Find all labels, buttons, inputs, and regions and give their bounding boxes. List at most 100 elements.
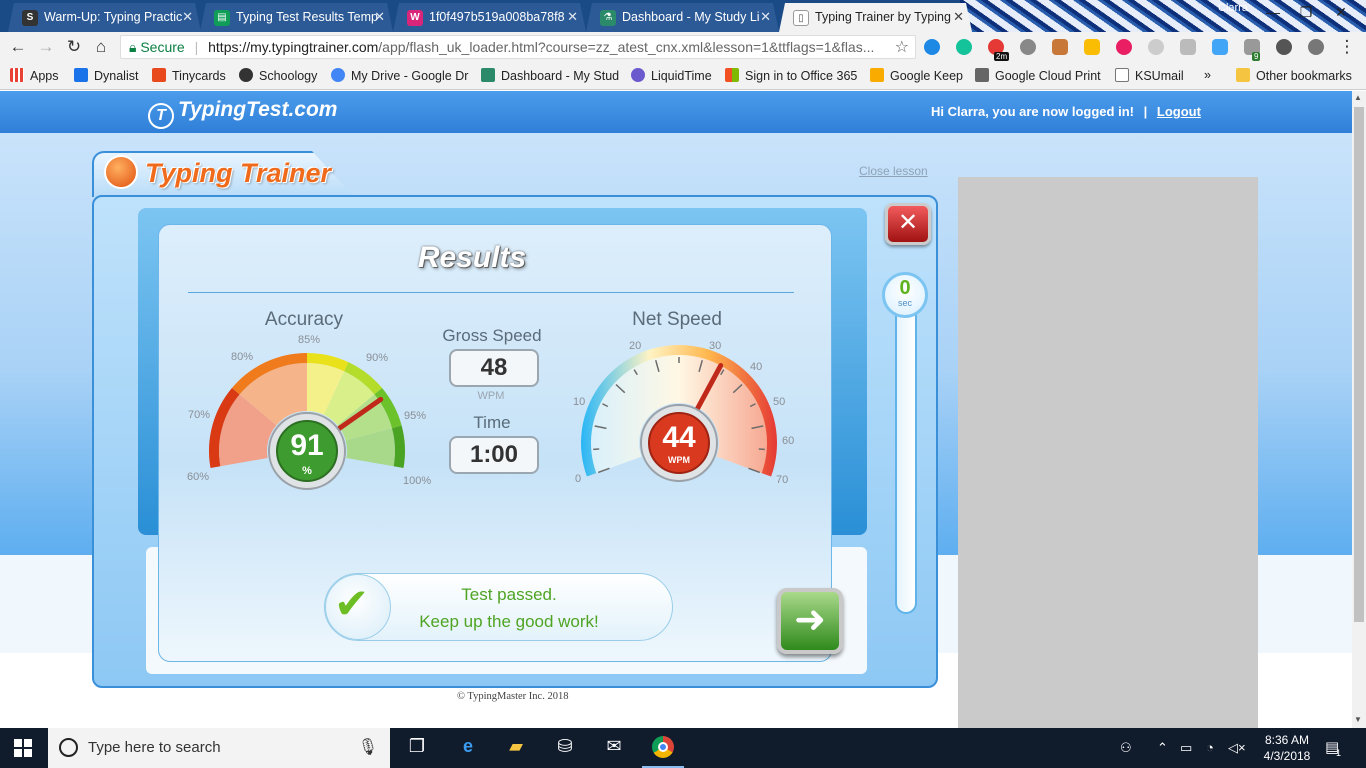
- browser-tab[interactable]: W 1f0f497b519a008ba78f8 ✕: [393, 3, 586, 32]
- accuracy-scale-label: 85%: [298, 334, 321, 346]
- speed-scale-label: 20: [629, 340, 642, 352]
- bookmark-ksumail[interactable]: KSUmail: [1115, 68, 1184, 83]
- clock-date: 4/3/2018: [1263, 749, 1311, 763]
- greeting-text: Hi Clarra, you are now logged in!: [931, 104, 1134, 119]
- restore-icon[interactable]: ❐: [1293, 4, 1319, 21]
- logout-link[interactable]: Logout: [1157, 104, 1201, 119]
- result-message: Test passed. Keep up the good work!: [400, 581, 618, 635]
- folder-icon: [1236, 68, 1250, 82]
- scrollbar-thumb[interactable]: [1354, 107, 1364, 622]
- close-icon[interactable]: ✕: [953, 9, 964, 25]
- typingtest-logo-icon: T: [148, 103, 174, 129]
- volume-muted-icon[interactable]: ◁×: [1228, 740, 1246, 756]
- mail-icon[interactable]: ✉: [601, 736, 627, 760]
- extension-icon[interactable]: [1276, 39, 1292, 55]
- bookmark-liquidtime[interactable]: LiquidTime: [631, 68, 712, 83]
- battery-icon[interactable]: ▭: [1180, 740, 1192, 756]
- document-icon: [1115, 68, 1129, 82]
- window-close-icon[interactable]: ✕: [1328, 4, 1354, 21]
- close-lesson-link[interactable]: Close lesson: [859, 164, 928, 178]
- site-header: T TypingTest.com Hi Clarra, you are now l…: [0, 91, 1352, 133]
- file-explorer-icon[interactable]: ▰: [503, 736, 529, 760]
- browser-tab[interactable]: ⚗ Dashboard - My Study Li ✕: [586, 3, 779, 32]
- net-speed-unit: WPM: [668, 455, 690, 465]
- bookmark-dashboard[interactable]: Dashboard - My Stud: [481, 68, 619, 83]
- search-placeholder: Type here to search: [88, 739, 221, 756]
- bookmark-tinycards[interactable]: Tinycards: [152, 68, 226, 83]
- task-view-icon[interactable]: ❐: [404, 736, 430, 760]
- extension-icon[interactable]: [924, 39, 940, 55]
- system-clock[interactable]: 8:36 AM 4/3/2018: [1257, 732, 1317, 764]
- browser-tab-active[interactable]: ▯ Typing Trainer by Typing ✕: [779, 3, 972, 32]
- speed-scale-label: 0: [575, 473, 582, 485]
- scroll-down-icon[interactable]: ▼: [1354, 715, 1362, 724]
- accuracy-scale-label: 95%: [404, 410, 427, 422]
- reload-icon[interactable]: ↻: [63, 37, 85, 57]
- address-bar[interactable]: 🔒︎ Secure | https://my.typingtrainer.com…: [120, 35, 916, 59]
- net-speed-label: Net Speed: [632, 309, 722, 330]
- extension-icon[interactable]: [1084, 39, 1100, 55]
- bookmark-schoology[interactable]: Schoology: [239, 68, 317, 83]
- back-icon[interactable]: ←: [7, 37, 29, 57]
- close-icon[interactable]: ✕: [374, 9, 385, 25]
- grammarly-icon[interactable]: [956, 39, 972, 55]
- microphone-icon[interactable]: 🎙︎: [358, 737, 378, 757]
- browser-tab[interactable]: S Warm-Up: Typing Practic ✕: [8, 3, 201, 32]
- extension-icon[interactable]: [1180, 39, 1196, 55]
- bookmark-office365[interactable]: Sign in to Office 365: [725, 68, 857, 83]
- windows-start-icon[interactable]: [14, 739, 32, 757]
- browser-tab[interactable]: ▤ Typing Test Results Temp ✕: [200, 3, 393, 32]
- ad-placeholder: [958, 177, 1258, 728]
- copyright: © TypingMaster Inc. 2018: [457, 691, 569, 702]
- extension-icon[interactable]: [1116, 39, 1132, 55]
- bookmark-google-keep[interactable]: Google Keep: [870, 68, 963, 83]
- gross-speed-value: 48: [449, 349, 539, 387]
- bookmark-apps[interactable]: Apps: [10, 68, 59, 83]
- bookmark-cloud-print[interactable]: Google Cloud Print: [975, 68, 1101, 83]
- timer-value: 0: [899, 277, 911, 299]
- scroll-up-icon[interactable]: ▲: [1354, 93, 1362, 102]
- extension-icon[interactable]: [1052, 39, 1068, 55]
- accuracy-scale-label: 80%: [231, 351, 254, 363]
- minimize-icon[interactable]: —: [1260, 4, 1286, 20]
- accuracy-label: Accuracy: [264, 309, 344, 330]
- store-icon[interactable]: ⛁: [552, 736, 578, 760]
- close-trainer-button[interactable]: ✕: [885, 203, 931, 245]
- forward-icon[interactable]: →: [35, 37, 57, 57]
- people-icon[interactable]: ⚇: [1120, 740, 1132, 756]
- google-icon: [331, 68, 345, 82]
- tab-title: 1f0f497b519a008ba78f8: [429, 10, 565, 24]
- site-logo[interactable]: T TypingTest.com: [148, 98, 337, 129]
- close-icon[interactable]: ✕: [760, 9, 771, 25]
- toolbar: ← → ↻ ⌂ 🔒︎ Secure | https://my.typingtra…: [0, 32, 1366, 62]
- bookmark-star-icon[interactable]: ☆: [895, 37, 909, 57]
- schoology-icon: S: [22, 10, 38, 26]
- profile-name[interactable]: Clarra: [1218, 2, 1248, 14]
- chevron-up-icon[interactable]: ⌃: [1157, 740, 1168, 756]
- next-lesson-button[interactable]: ➜: [777, 588, 843, 654]
- extension-badge: 2m: [994, 52, 1010, 61]
- speed-scale-label: 60: [782, 435, 795, 447]
- home-icon[interactable]: ⌂: [90, 37, 112, 57]
- chrome-icon[interactable]: [642, 736, 684, 768]
- taskbar-search[interactable]: Type here to search 🎙︎: [48, 728, 390, 768]
- adblock-icon[interactable]: [1020, 39, 1036, 55]
- edge-icon[interactable]: e: [455, 736, 481, 760]
- other-bookmarks[interactable]: Other bookmarks: [1236, 68, 1352, 83]
- close-icon[interactable]: ✕: [567, 9, 578, 25]
- bookmark-dynalist[interactable]: Dynalist: [74, 68, 138, 83]
- menu-icon[interactable]: ⋮: [1336, 37, 1358, 57]
- bookmark-google-drive[interactable]: My Drive - Google Dr: [331, 68, 468, 83]
- w-icon: W: [407, 10, 423, 26]
- moon-icon[interactable]: [1308, 39, 1324, 55]
- extension-icon[interactable]: [1148, 39, 1164, 55]
- sheets-icon: ▤: [214, 10, 230, 26]
- close-icon[interactable]: ✕: [182, 9, 193, 25]
- windows-taskbar: Type here to search 🎙︎ ❐ e ▰ ⛁ ✉ ⚇ ⌃ ▭ ◔…: [0, 728, 1366, 768]
- printer-icon: [975, 68, 989, 82]
- wifi-icon[interactable]: ◔: [1206, 740, 1214, 755]
- more-bookmarks-button[interactable]: »: [1204, 68, 1211, 82]
- page-scrollbar[interactable]: ▲ ▼: [1352, 91, 1366, 728]
- trainer-title: Typing Trainer: [145, 158, 332, 188]
- cloud-icon[interactable]: [1212, 39, 1228, 55]
